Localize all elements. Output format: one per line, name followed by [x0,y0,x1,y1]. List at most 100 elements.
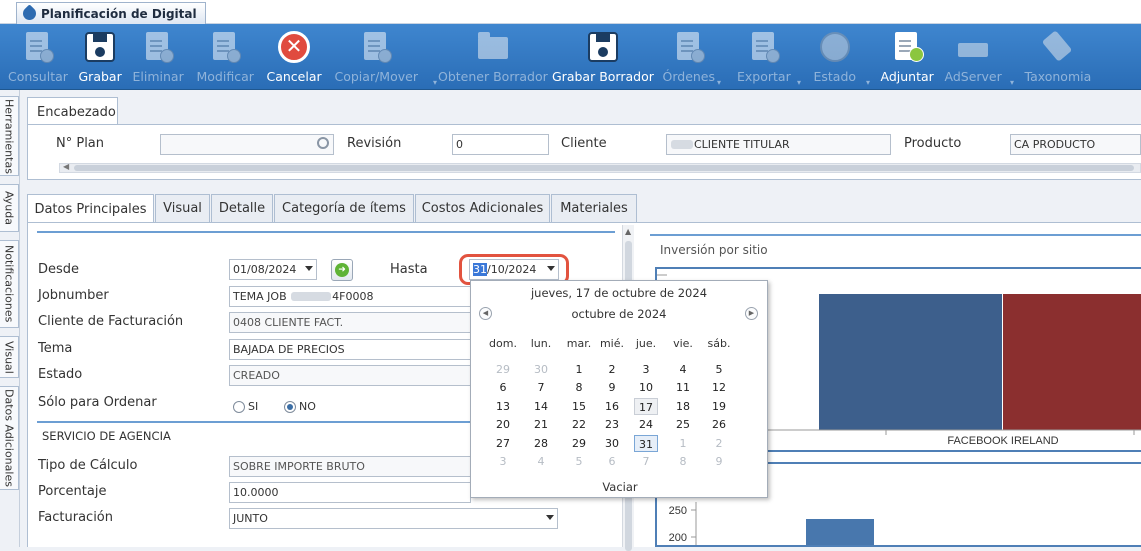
toolbar-button-grabar-borrador[interactable]: Grabar Borrador [552,24,654,90]
scroll-up-icon[interactable]: ▲ [625,227,631,236]
porcentaje-field[interactable]: 10.0000 [229,482,471,503]
calendar-day[interactable]: 9 [707,453,731,470]
tab-categoria-items[interactable]: Categoría de ítems [274,194,414,222]
calendar-day[interactable]: 3 [634,361,658,378]
scroll-left-icon[interactable]: ◀ [63,162,69,171]
document-tab[interactable]: Planificación de Digital [16,2,206,24]
header-horizontal-scrollbar[interactable]: ◀ [59,162,1141,173]
tema-field[interactable]: BAJADA DE PRECIOS [229,339,471,360]
dropdown-arrow-icon[interactable] [305,266,313,271]
tab-datos-principales[interactable]: Datos Principales [27,194,154,223]
toolbar-button-grabar[interactable]: Grabar [79,24,122,90]
plan-number-field[interactable] [160,134,334,155]
calendar-day[interactable]: 23 [600,416,624,433]
calendar-day[interactable]: 25 [671,416,695,433]
calendar-day[interactable]: 7 [529,379,553,396]
calendar-day[interactable]: 18 [671,398,695,415]
search-icon[interactable] [317,137,329,149]
toolbar-dropdown-caret-icon[interactable]: ▾ [1010,78,1014,87]
calendar-day[interactable]: 22 [567,416,591,433]
desde-date-picker[interactable]: 01/08/2024 [229,259,317,280]
calendar-day[interactable]: 21 [529,416,553,433]
calendar-day[interactable]: 19 [707,398,731,415]
toolbar-button-copiar-mover[interactable]: Copiar/Mover [335,24,418,90]
calendar-day[interactable]: 4 [529,453,553,470]
toolbar-button-obtener-borrador[interactable]: Obtener Borrador [438,24,548,90]
side-tab-notificaciones[interactable]: Notificaciones [0,240,19,328]
calendar-day[interactable]: 13 [491,398,515,415]
producto-field[interactable]: CA PRODUCTO [1010,134,1141,155]
scroll-thumb[interactable] [74,165,1134,171]
calendar-today-header[interactable]: jueves, 17 de octubre de 2024 [471,286,767,300]
facturacion-select[interactable]: JUNTO [229,508,558,529]
toolbar-button-consultar[interactable]: Consultar [8,24,68,90]
add-date-button[interactable]: ➜ [331,259,353,281]
calendar-day[interactable]: 1 [671,435,695,452]
jobnumber-field[interactable]: TEMA JOB 4F0008 [229,286,471,307]
calendar-day[interactable]: 11 [671,379,695,396]
cliente-field[interactable]: CLIENTE TITULAR [666,134,891,155]
calendar-day-selected[interactable]: 31 [634,435,658,452]
toolbar-button-eliminar[interactable]: Eliminar [133,24,184,90]
calendar-day[interactable]: 10 [634,379,658,396]
revision-field[interactable]: 0 [452,134,549,155]
tipo-calculo-field[interactable]: SOBRE IMPORTE BRUTO [229,456,471,477]
calendar-day[interactable]: 1 [567,361,591,378]
calendar-day[interactable]: 16 [600,398,624,415]
calendar-day[interactable]: 20 [491,416,515,433]
calendar-day[interactable]: 28 [529,435,553,452]
toolbar-button-exportar[interactable]: Exportar [737,24,791,90]
calendar-day[interactable]: 7 [634,453,658,470]
calendar-day[interactable]: 4 [671,361,695,378]
calendar-day[interactable]: 3 [491,453,515,470]
toolbar-button-modificar[interactable]: Modificar [197,24,254,90]
calendar-day[interactable]: 5 [567,453,591,470]
next-month-icon[interactable]: ▶ [745,307,758,320]
calendar-day[interactable]: 26 [707,416,731,433]
toolbar-dropdown-caret-icon[interactable]: ▾ [797,78,801,87]
calendar-day[interactable]: 12 [707,379,731,396]
radio-si[interactable]: SI [233,400,258,413]
toolbar-dropdown-caret-icon[interactable]: ▾ [717,78,721,87]
radio-no[interactable]: NO [284,400,316,413]
calendar-day[interactable]: 30 [600,435,624,452]
estado-field[interactable]: CREADO [229,365,471,386]
side-tab-datos-adicionales[interactable]: Datos Adicionales [0,386,19,490]
side-tab-herramientas[interactable]: Herramientas [0,96,19,176]
calendar-day[interactable]: 29 [491,361,515,378]
calendar-day[interactable]: 9 [600,379,624,396]
toolbar-button-taxonomia[interactable]: Taxonomia [1025,24,1091,90]
tab-visual[interactable]: Visual [155,194,210,222]
toolbar-dropdown-caret-icon[interactable]: ▾ [433,78,437,87]
calendar-day[interactable]: 5 [707,361,731,378]
tab-materiales[interactable]: Materiales [551,194,637,222]
calendar-day[interactable]: 27 [491,435,515,452]
toolbar-button-cancelar[interactable]: ✕ Cancelar [267,24,322,90]
calendar-day[interactable]: 2 [707,435,731,452]
calendar-day[interactable]: 30 [529,361,553,378]
toolbar-button-estado[interactable]: Estado [814,24,856,90]
calendar-day[interactable]: 6 [600,453,624,470]
calendar-day[interactable]: 15 [567,398,591,415]
calendar-day[interactable]: 6 [491,379,515,396]
toolbar-button-adjuntar[interactable]: Adjuntar [881,24,934,90]
calendar-day-today[interactable]: 17 [634,398,658,415]
toolbar-dropdown-caret-icon[interactable]: ▾ [866,78,870,87]
calendar-month-label[interactable]: octubre de 2024 [471,307,767,321]
side-tab-visual[interactable]: Visual [0,336,19,378]
calendar-clear-button[interactable]: Vaciar [471,480,769,494]
side-tab-ayuda[interactable]: Ayuda [0,184,19,232]
dropdown-arrow-icon[interactable] [546,515,554,520]
calendar-day[interactable]: 8 [567,379,591,396]
calendar-day[interactable]: 14 [529,398,553,415]
previous-month-icon[interactable]: ◀ [479,307,492,320]
tab-costos-adicionales[interactable]: Costos Adicionales [415,194,550,222]
calendar-day[interactable]: 8 [671,453,695,470]
toolbar-button-adserver[interactable]: AdServer [945,24,1002,90]
calendar-day[interactable]: 24 [634,416,658,433]
calendar-day[interactable]: 2 [600,361,624,378]
calendar-day[interactable]: 29 [567,435,591,452]
tab-detalle[interactable]: Detalle [211,194,273,222]
cliente-facturacion-field[interactable]: 0408 CLIENTE FACT. [229,312,471,333]
tab-encabezado[interactable]: Encabezado [27,97,118,125]
